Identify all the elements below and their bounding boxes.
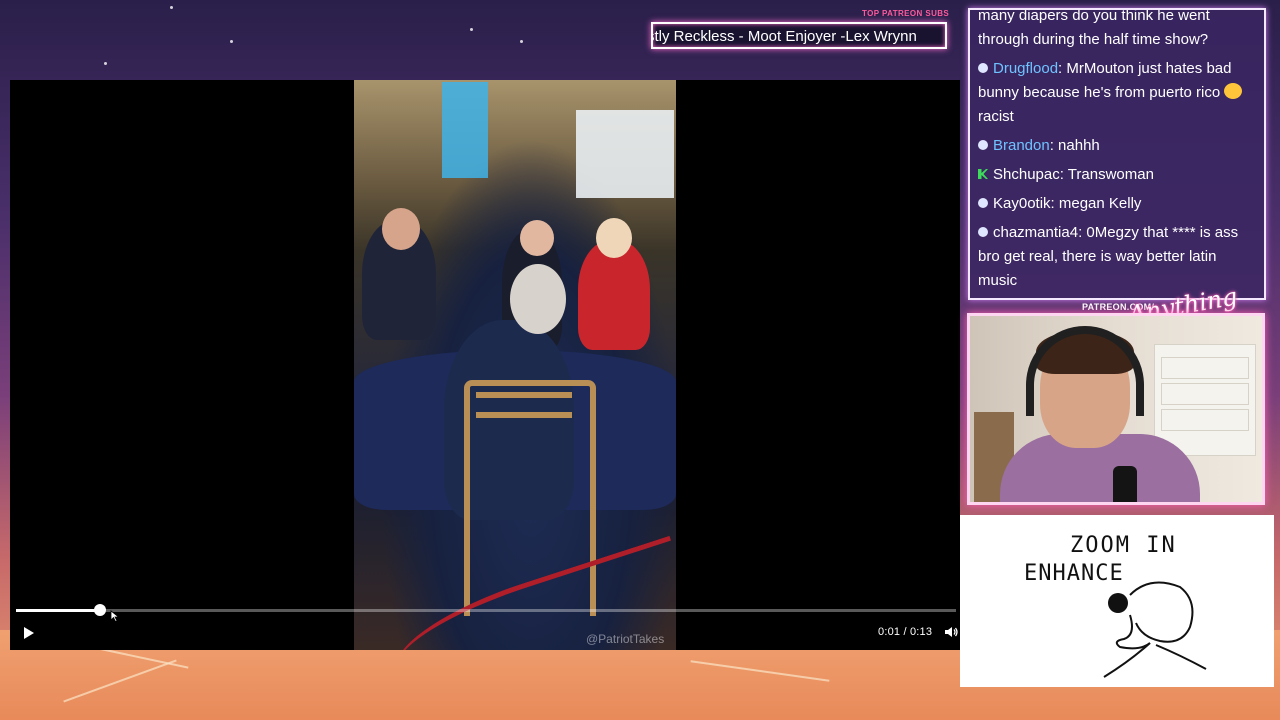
- chat-username[interactable]: Brandon: [993, 137, 1050, 154]
- chat-username[interactable]: Kay0otik: [993, 195, 1051, 212]
- progress-fill: [16, 609, 101, 612]
- chat-text-suffix: racist: [978, 108, 1014, 125]
- prime-badge-icon: [978, 63, 988, 73]
- webcam-feed: [967, 313, 1265, 505]
- progress-knob[interactable]: [94, 604, 107, 616]
- chat-text: : megan Kelly: [1050, 195, 1142, 212]
- progress-bar[interactable]: [16, 604, 956, 616]
- chat-message: chazmantia4: 0Megzy that **** is ass bro…: [978, 221, 1256, 293]
- video-player[interactable]: @PatriotTakes 0:01 / 0:13: [10, 80, 960, 650]
- prime-badge-icon: [978, 198, 988, 208]
- chat-text: : Transwoman: [1059, 166, 1154, 183]
- cursor-icon: [110, 610, 120, 622]
- star: [470, 28, 473, 31]
- star: [520, 40, 523, 43]
- chat-list: many diapers do you think he went throug…: [978, 8, 1256, 298]
- chat-text: : nahhh: [1049, 137, 1100, 154]
- play-icon[interactable]: [20, 625, 36, 641]
- video-content: @PatriotTakes: [354, 80, 696, 650]
- chat-username[interactable]: Drugflood: [993, 60, 1058, 77]
- ticker-text: stly Reckless - Moot Enjoyer -Lex Wrynn: [651, 28, 917, 45]
- chat-message: Shchupac: Transwoman: [978, 163, 1256, 187]
- volume-icon[interactable]: [944, 625, 958, 639]
- star: [104, 62, 107, 65]
- video-bg-screen: [576, 110, 674, 198]
- emote-icon: [1224, 83, 1243, 99]
- video-bg-screen: [442, 82, 488, 178]
- chat-panel: many diapers do you think he went throug…: [968, 8, 1266, 300]
- drawing-text: ZOOM IN: [1070, 533, 1177, 558]
- prime-badge-icon: [978, 227, 988, 237]
- prime-badge-icon: [978, 140, 988, 150]
- drawing-panel: ZOOM IN ENHANCE: [960, 515, 1274, 687]
- webcam-dresser: [1154, 344, 1256, 456]
- chat-text: many diapers do you think he went throug…: [978, 8, 1210, 48]
- chat-message: many diapers do you think he went throug…: [978, 8, 1256, 52]
- doodle-sketch: [1103, 581, 1207, 678]
- patreon-ticker: stly Reckless - Moot Enjoyer -Lex Wrynn: [651, 22, 947, 49]
- star: [170, 6, 173, 9]
- patreon-subs-label: TOP PATREON SUBS: [862, 9, 950, 18]
- chat-message: Drugflood: MrMouton just hates bad bunny…: [978, 57, 1256, 129]
- time-display: 0:01 / 0:13: [878, 626, 933, 638]
- chat-username[interactable]: chazmantia4: [993, 224, 1078, 241]
- microphone-icon: [1113, 466, 1137, 502]
- chat-username[interactable]: Shchupac: [993, 166, 1060, 183]
- video-watermark: @PatriotTakes: [586, 632, 665, 646]
- chat-message: Brandon: nahhh: [978, 134, 1256, 158]
- chat-message: Kay0otik: megan Kelly: [978, 192, 1256, 216]
- kick-badge-icon: [978, 169, 988, 179]
- star: [230, 40, 233, 43]
